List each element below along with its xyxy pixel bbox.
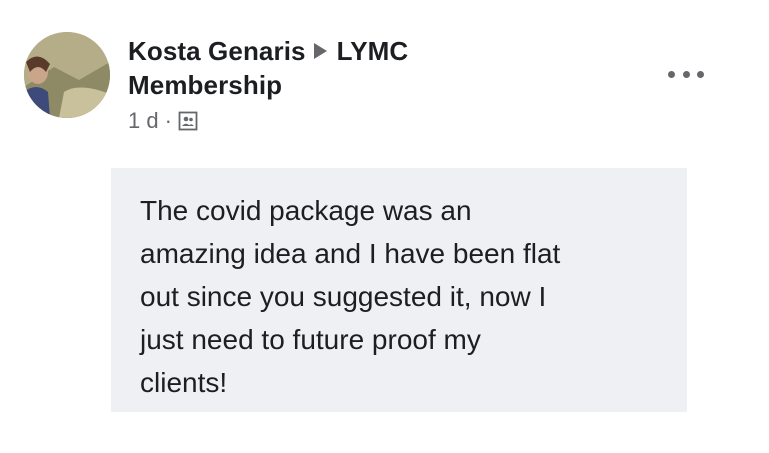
more-dot [682,70,690,78]
avatar[interactable] [24,32,110,118]
post-header: Kosta Genaris LYMC Membership 1 d · [128,34,668,134]
post-card: Kosta Genaris LYMC Membership 1 d · The c… [0,0,769,453]
comment-text: The covid package was an amazing idea an… [140,195,561,398]
meta-separator: · [164,108,172,133]
more-dot [697,70,704,78]
more-options-icon[interactable] [668,62,704,86]
timestamp[interactable]: 1 d [128,108,159,134]
arrow-right-icon [313,43,327,59]
avatar-photo-icon [24,32,110,118]
group-members-icon [178,111,198,131]
group-name[interactable]: LYMC [337,36,409,66]
author-line: Kosta Genaris LYMC Membership [128,34,668,102]
comment-bubble: The covid package was an amazing idea an… [111,168,687,412]
group-name-line2[interactable]: Membership [128,70,282,100]
post-meta: 1 d · [128,108,668,134]
author-name[interactable]: Kosta Genaris [128,36,306,66]
more-dot [668,70,675,78]
